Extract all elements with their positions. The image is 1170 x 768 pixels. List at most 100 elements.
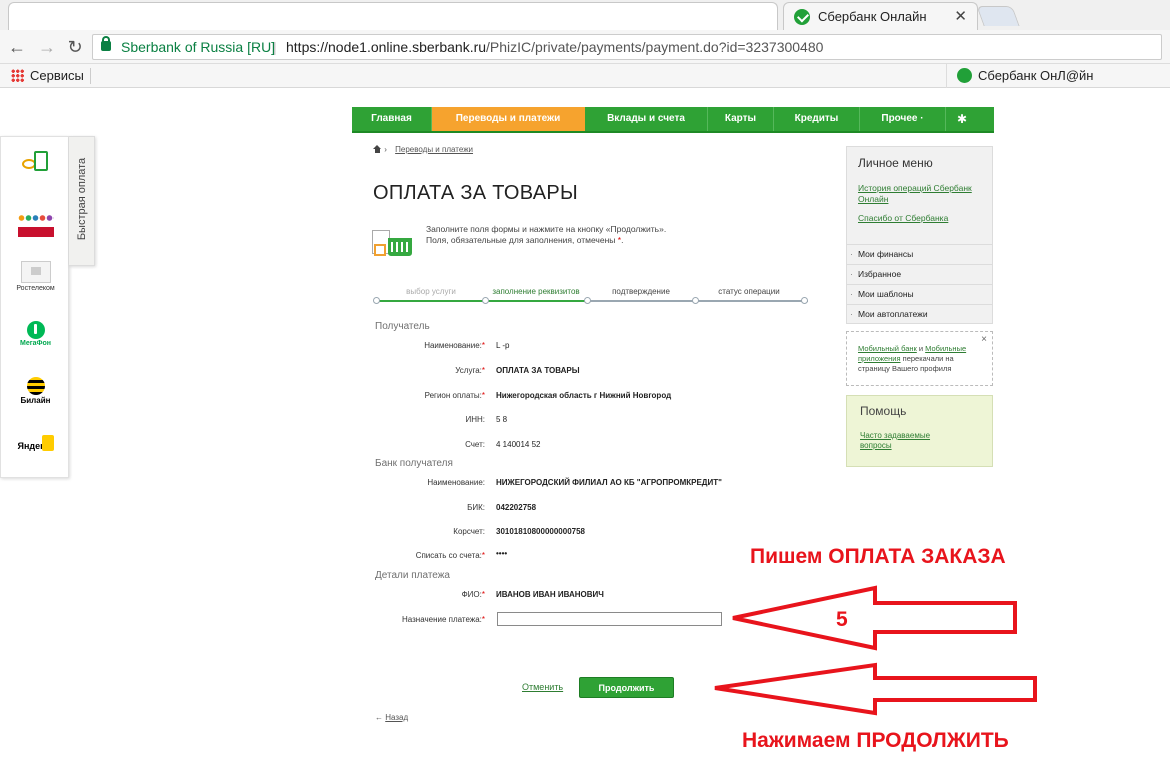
section-bank: Банк получателя — [375, 458, 453, 469]
hint-prefix: Поля, обязательные для заполнения, отмеч… — [426, 235, 618, 245]
arrow-to-continue-button — [714, 662, 1037, 716]
settings-gear-icon[interactable]: ✱ — [946, 107, 978, 131]
megafon-caption: МегаФон — [19, 340, 51, 347]
shopping-cart-icon — [372, 224, 416, 260]
rostelecom-caption: Ростелеком — [16, 285, 55, 292]
mobile-notice-text: Мобильный банк и Мобильные приложения пе… — [858, 344, 986, 374]
url-path: /PhizIC/private/payments/payment.do?id=3… — [486, 39, 824, 55]
apps-grid-icon[interactable] — [11, 69, 24, 82]
label-region: Регион оплаты:* — [372, 391, 485, 400]
label-debit-account: Списать со счета:* — [372, 551, 485, 560]
menu-favorites[interactable]: Избранное — [847, 264, 992, 284]
arrow-to-purpose-input — [732, 585, 1017, 651]
bookmark-sberbank[interactable]: Сбербанк ОнЛ@йн — [946, 64, 1170, 88]
bookmark-apps[interactable]: Сервисы — [30, 68, 84, 83]
value-inn: 5 8 — [496, 415, 508, 424]
nav-deposits[interactable]: Вклады и счета — [585, 107, 708, 131]
lock-icon — [101, 36, 111, 51]
personal-menu: Личное меню История операций Сбербанк Он… — [846, 146, 993, 324]
step-choose-service: выбор услуги — [406, 287, 456, 296]
payment-purpose-input[interactable] — [497, 612, 722, 626]
label-name: Наименование:* — [372, 341, 485, 350]
tab-close-icon[interactable]: ✕ — [954, 7, 967, 25]
back-arrow-icon[interactable]: ← — [6, 36, 28, 58]
required-mark: * — [481, 615, 485, 624]
value-fio: ИВАНОВ ИВАН ИВАНОВИЧ — [496, 590, 604, 599]
url-separator: | — [273, 39, 277, 55]
personal-menu-title: Личное меню — [858, 156, 933, 170]
step-confirmation: подтверждение — [612, 287, 670, 296]
reload-icon[interactable]: ↻ — [64, 36, 86, 58]
breadcrumb-chevron-icon: › — [384, 145, 390, 154]
step-dot-3 — [584, 297, 591, 304]
label-purpose: Назначение платежа:* — [372, 615, 485, 624]
history-link[interactable]: История операций Сбербанк Онлайн — [858, 183, 988, 205]
nav-other[interactable]: Прочее · — [860, 107, 946, 131]
breadcrumb: › Переводы и платежи — [373, 145, 473, 154]
megafon-logo-icon — [26, 321, 45, 339]
spasibo-link[interactable]: Спасибо от Сбербанка — [858, 213, 988, 224]
url-text[interactable]: https://node1.online.sberbank.ru/PhizIC/… — [286, 35, 823, 59]
new-tab-button[interactable] — [976, 6, 1020, 26]
sberbank-favicon-icon — [957, 68, 972, 83]
label-fio-text: ФИО: — [461, 590, 482, 599]
people-logo-icon — [17, 211, 54, 237]
label-bik-text: БИК: — [467, 503, 485, 512]
tab-sberbank[interactable]: Сбербанк Онлайн ✕ — [783, 2, 978, 30]
mobile-notice: × Мобильный банк и Мобильные приложения … — [846, 331, 993, 386]
annotation-top-text: Пишем ОПЛАТА ЗАКАЗА — [750, 545, 1006, 568]
back-arrow-icon: ← — [375, 713, 383, 722]
quick-pay-tab[interactable]: Быстрая оплата — [69, 136, 95, 266]
home-icon[interactable] — [373, 145, 382, 153]
back-link[interactable]: ← Назад — [375, 713, 408, 722]
yandex-logo-icon: Яндекс — [18, 435, 54, 455]
address-bar: ← → ↻ Sberbank of Russia [RU] | https://… — [0, 30, 1170, 64]
browser-chrome: Сбербанк Онлайн ✕ ← → ↻ Sberbank of Russ… — [0, 0, 1170, 88]
cancel-link[interactable]: Отменить — [522, 682, 563, 692]
quick-pay-rostelecom[interactable]: Ростелеком — [1, 261, 70, 292]
hint-line-2: Поля, обязательные для заполнения, отмеч… — [426, 235, 666, 246]
quick-pay-megafon[interactable]: МегаФон — [1, 321, 70, 347]
menu-my-autopayments[interactable]: Мои автоплатежи — [847, 304, 992, 324]
step-dot-5 — [801, 297, 808, 304]
menu-my-finances[interactable]: Мои финансы — [847, 244, 992, 264]
forward-arrow-icon[interactable]: → — [36, 36, 58, 58]
certificate-label[interactable]: Sberbank of Russia [RU] — [121, 35, 275, 59]
continue-button[interactable]: Продолжить — [579, 677, 674, 698]
label-debit-text: Списать со счета: — [415, 551, 482, 560]
step-dot-1 — [373, 297, 380, 304]
main-nav: Главная Переводы и платежи Вклады и счет… — [352, 107, 994, 133]
label-account-text: Счет: — [465, 440, 485, 449]
step-status: статус операции — [718, 287, 780, 296]
quick-pay-yandex[interactable]: Яндекс — [1, 435, 70, 455]
quick-pay-mobile[interactable] — [1, 151, 70, 177]
mobile-bank-link[interactable]: Мобильный банк — [858, 344, 917, 353]
step-fill-details: заполнение реквизитов — [492, 287, 580, 296]
nav-transfers[interactable]: Переводы и платежи — [432, 107, 585, 131]
quick-pay-charity[interactable] — [1, 211, 70, 237]
mobile-note-and: и — [916, 344, 926, 353]
breadcrumb-transfers-link[interactable]: Переводы и платежи — [395, 145, 473, 154]
section-details: Детали платежа — [375, 570, 450, 581]
menu-my-templates[interactable]: Мои шаблоны — [847, 284, 992, 304]
tab-blank[interactable] — [8, 2, 778, 30]
nav-main[interactable]: Главная — [352, 107, 432, 131]
label-name-text: Наименование: — [424, 341, 482, 350]
sberbank-favicon-icon — [794, 9, 810, 25]
url-input[interactable]: Sberbank of Russia [RU] | https://node1.… — [92, 34, 1162, 60]
nav-cards[interactable]: Карты — [708, 107, 774, 131]
quick-pay-beeline[interactable]: Билайн — [1, 377, 70, 405]
label-bik: БИК: — [372, 503, 485, 512]
nav-credits[interactable]: Кредиты — [774, 107, 860, 131]
label-fio: ФИО:* — [372, 590, 485, 599]
label-inn-text: ИНН: — [465, 415, 485, 424]
quick-pay-tab-label: Быстрая оплата — [76, 157, 88, 241]
bookmarks-bar: Сервисы Сбербанк ОнЛ@йн — [0, 64, 1170, 88]
required-mark: * — [481, 366, 485, 375]
value-debit-account[interactable]: •••• — [496, 549, 507, 558]
required-mark: * — [481, 551, 485, 560]
value-name: L -p — [496, 341, 510, 350]
faq-link[interactable]: Часто задаваемые вопросы — [860, 431, 960, 451]
label-service: Услуга:* — [372, 366, 485, 375]
form-hint: Заполните поля формы и нажмите на кнопку… — [426, 224, 666, 246]
